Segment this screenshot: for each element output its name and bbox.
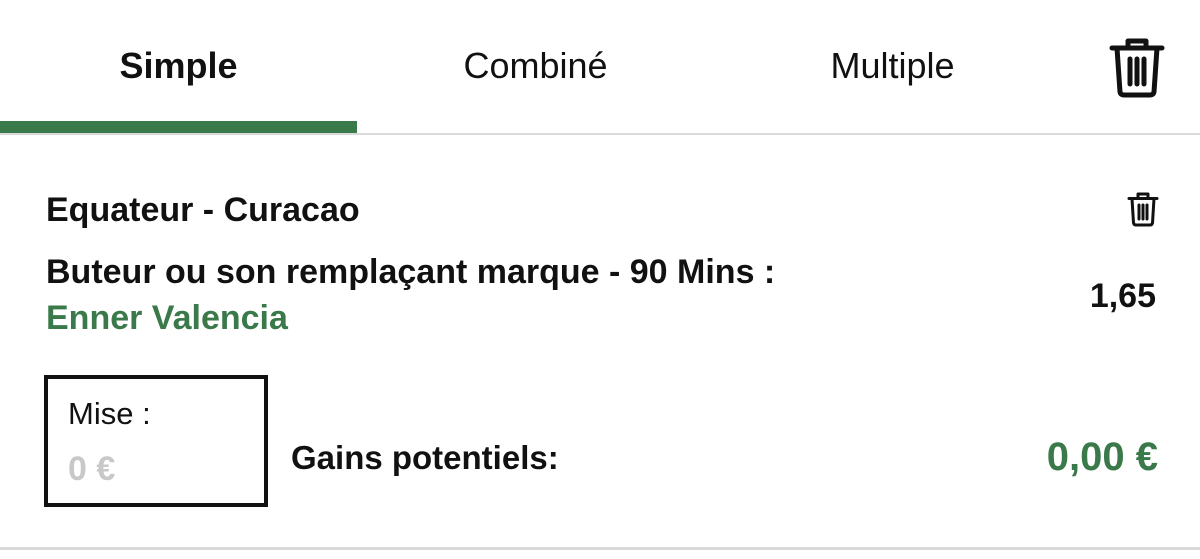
tab-combine[interactable]: Combiné: [357, 0, 714, 133]
tab-multiple-label: Multiple: [830, 44, 955, 86]
active-tab-indicator: [0, 121, 357, 133]
tab-combine-label: Combiné: [463, 44, 608, 86]
bet-item: Equateur - Curacao Buteur ou son remplaç…: [0, 135, 1200, 550]
potential-gains-value: 0,00 €: [1046, 435, 1158, 479]
trash-icon: [1109, 38, 1165, 98]
bet-type-tabs: Simple Combiné Multiple: [0, 0, 1200, 135]
trash-icon: [1127, 192, 1159, 227]
bet-odds: 1,65: [1089, 277, 1156, 315]
tab-multiple[interactable]: Multiple: [714, 0, 1071, 133]
bet-selection: Enner Valencia: [46, 299, 288, 337]
match-title: Equateur - Curacao: [46, 191, 360, 229]
stake-field[interactable]: Mise :: [44, 375, 268, 507]
potential-gains-label: Gains potentiels:: [291, 439, 559, 476]
tab-simple[interactable]: Simple: [0, 0, 357, 133]
clear-betslip-button[interactable]: [1108, 36, 1166, 98]
remove-bet-button[interactable]: [1126, 191, 1160, 227]
bet-market: Buteur ou son remplaçant marque - 90 Min…: [46, 253, 776, 291]
stake-input[interactable]: [68, 447, 238, 491]
tab-simple-label: Simple: [119, 44, 238, 86]
stake-label: Mise :: [68, 396, 151, 431]
